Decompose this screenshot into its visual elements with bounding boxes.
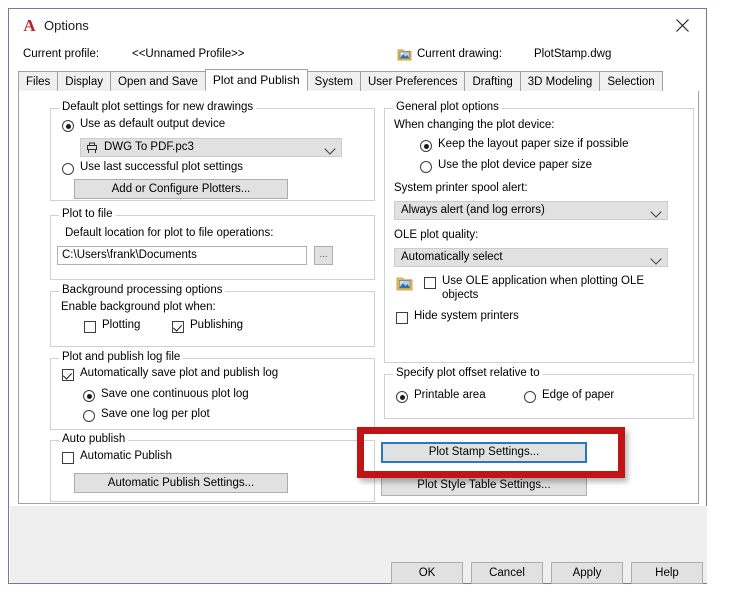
profile-row: Current profile: <<Unnamed Profile>> Cur… — [9, 45, 706, 67]
browse-location-button[interactable]: ... — [314, 246, 333, 265]
plot-style-table-settings-button[interactable]: Plot Style Table Settings... — [381, 475, 587, 496]
current-profile-label: Current profile: — [23, 48, 100, 60]
chevron-down-icon — [650, 206, 662, 218]
group-default-plot-settings: Default plot settings for new drawings U… — [50, 101, 375, 201]
radio-save-one-continuous-plot-log[interactable] — [83, 390, 95, 402]
title-bar: A Options — [9, 9, 706, 43]
chevron-down-icon — [324, 143, 336, 155]
group-auto-publish-title: Auto publish — [59, 433, 129, 445]
plot-to-file-location-value: C:\Users\frank\Documents — [62, 249, 197, 261]
tab-files[interactable]: Files — [18, 71, 59, 91]
checkbox-use-ole-application-label-line2: objects — [442, 289, 479, 301]
ole-plot-quality-label: OLE plot quality: — [394, 229, 479, 241]
checkbox-hide-system-printers[interactable] — [396, 312, 408, 324]
group-plot-and-publish-log-title: Plot and publish log file — [59, 351, 184, 363]
checkbox-use-ole-application[interactable] — [424, 277, 436, 289]
checkbox-publishing[interactable] — [172, 321, 184, 333]
checkbox-hide-system-printers-label: Hide system printers — [414, 310, 519, 322]
plot-to-file-location-input[interactable]: C:\Users\frank\Documents — [57, 246, 307, 265]
radio-use-plot-device-paper-size-label: Use the plot device paper size — [438, 159, 593, 171]
group-plot-offset-title: Specify plot offset relative to — [393, 367, 543, 379]
radio-save-one-log-per-plot-label: Save one log per plot — [101, 408, 210, 420]
checkbox-publishing-label: Publishing — [190, 319, 244, 331]
radio-save-one-log-per-plot[interactable] — [83, 410, 95, 422]
radio-save-one-continuous-plot-log-label: Save one continuous plot log — [101, 388, 249, 400]
options-dialog: A Options Current profile: <<Unnamed Pro… — [8, 8, 707, 584]
tab-system[interactable]: System — [306, 71, 361, 91]
default-output-device-value: DWG To PDF.pc3 — [104, 141, 194, 153]
radio-printable-area[interactable] — [396, 391, 408, 403]
tab-selection[interactable]: Selection — [599, 71, 663, 91]
checkbox-automatic-publish[interactable] — [62, 452, 74, 464]
radio-use-default-output-device[interactable] — [62, 120, 74, 132]
group-background-processing-title: Background processing options — [59, 284, 226, 296]
group-plot-offset: Specify plot offset relative to Printabl… — [384, 367, 694, 419]
ole-plot-quality-value: Automatically select — [401, 251, 503, 263]
enable-background-plot-label: Enable background plot when: — [61, 301, 216, 313]
plotter-icon — [87, 142, 97, 153]
radio-use-plot-device-paper-size[interactable] — [420, 161, 432, 173]
radio-printable-area-label: Printable area — [414, 389, 486, 401]
tab-display[interactable]: Display — [57, 71, 111, 91]
radio-keep-layout-paper-size-label: Keep the layout paper size if possible — [438, 138, 629, 150]
ok-button[interactable]: OK — [391, 562, 463, 584]
group-default-plot-settings-title: Default plot settings for new drawings — [59, 101, 257, 113]
cancel-button[interactable]: Cancel — [471, 562, 543, 584]
dialog-footer: OK Cancel Apply Help — [10, 506, 707, 584]
group-plot-to-file-title: Plot to file — [59, 208, 116, 220]
group-background-processing: Background processing options Enable bac… — [50, 284, 375, 347]
window-title: Options — [44, 18, 89, 33]
group-plot-and-publish-log: Plot and publish log file Automatically … — [50, 351, 375, 430]
current-drawing-label: Current drawing: — [417, 48, 503, 60]
plot-and-publish-panel: Default plot settings for new drawings U… — [18, 91, 699, 504]
current-drawing-value: PlotStamp.dwg — [534, 48, 612, 60]
autocad-logo-icon: A — [23, 16, 36, 35]
drawing-file-icon — [397, 49, 412, 61]
ole-object-icon — [396, 277, 413, 291]
ole-plot-quality-combo[interactable]: Automatically select — [394, 248, 668, 267]
radio-use-last-successful-plot-settings-label: Use last successful plot settings — [80, 161, 243, 173]
checkbox-automatic-publish-label: Automatic Publish — [80, 450, 173, 462]
close-icon — [676, 19, 689, 32]
tab-plot-and-publish[interactable]: Plot and Publish — [204, 69, 308, 91]
tab-strip: Files Display Open and Save Plot and Pub… — [18, 69, 699, 111]
checkbox-use-ole-application-label-line1: Use OLE application when plotting OLE — [442, 275, 645, 287]
default-output-device-combo[interactable]: DWG To PDF.pc3 — [80, 138, 342, 157]
tab-open-and-save[interactable]: Open and Save — [110, 71, 206, 91]
when-changing-plot-device-label: When changing the plot device: — [394, 119, 555, 131]
plot-stamp-settings-button[interactable]: Plot Stamp Settings... — [381, 442, 587, 463]
chevron-down-icon — [650, 253, 662, 265]
group-plot-to-file: Plot to file Default location for plot t… — [50, 208, 375, 280]
automatic-publish-settings-button[interactable]: Automatic Publish Settings... — [74, 473, 288, 493]
tab-drafting[interactable]: Drafting — [464, 71, 521, 91]
group-auto-publish: Auto publish Automatic Publish Automatic… — [50, 433, 375, 502]
add-or-configure-plotters-button[interactable]: Add or Configure Plotters... — [74, 179, 288, 199]
help-button[interactable]: Help — [631, 562, 703, 584]
close-button[interactable] — [661, 9, 706, 41]
spool-alert-combo[interactable]: Always alert (and log errors) — [394, 201, 668, 220]
tab-user-preferences[interactable]: User Preferences — [360, 71, 466, 91]
system-printer-spool-alert-label: System printer spool alert: — [394, 182, 528, 194]
current-profile-value: <<Unnamed Profile>> — [132, 48, 245, 60]
group-general-plot-options-title: General plot options — [393, 101, 502, 113]
checkbox-auto-save-log-label: Automatically save plot and publish log — [80, 367, 279, 379]
tab-3d-modeling[interactable]: 3D Modeling — [519, 71, 601, 91]
checkbox-auto-save-log[interactable] — [62, 369, 74, 381]
checkbox-plotting[interactable] — [84, 321, 96, 333]
spool-alert-value: Always alert (and log errors) — [401, 204, 545, 216]
group-general-plot-options: General plot options When changing the p… — [384, 101, 694, 363]
radio-keep-layout-paper-size[interactable] — [420, 140, 432, 152]
radio-edge-of-paper-label: Edge of paper — [542, 389, 615, 401]
radio-edge-of-paper[interactable] — [524, 391, 536, 403]
radio-use-default-output-device-label: Use as default output device — [80, 118, 226, 130]
apply-button[interactable]: Apply — [551, 562, 623, 584]
radio-use-last-successful-plot-settings[interactable] — [62, 163, 74, 175]
checkbox-plotting-label: Plotting — [102, 319, 141, 331]
plot-to-file-location-label: Default location for plot to file operat… — [65, 227, 274, 239]
